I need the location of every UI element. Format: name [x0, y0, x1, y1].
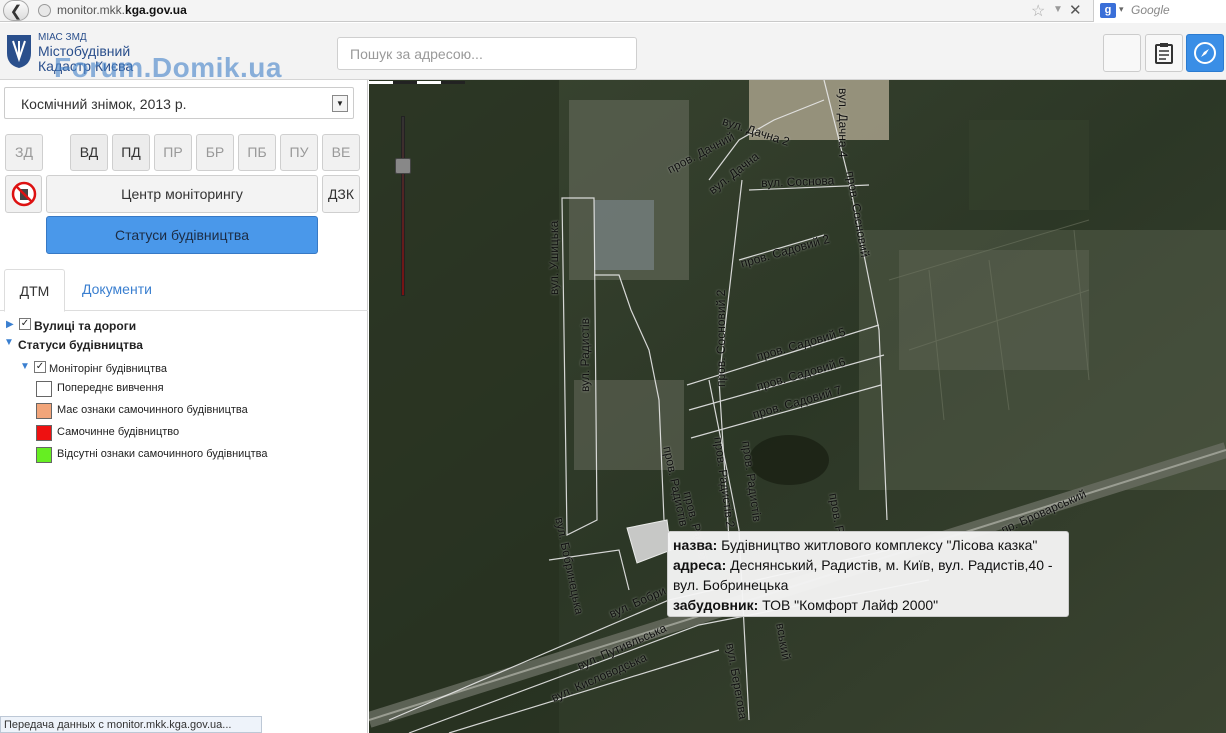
popup-address-label: адреса:	[673, 557, 727, 573]
kyiv-emblem-icon	[7, 35, 31, 68]
navigation-button[interactable]	[1186, 34, 1224, 72]
legend-label: Попереднє вивчення	[57, 382, 164, 394]
checkbox-monitoring[interactable]: ✓	[34, 361, 46, 373]
tree-item-label: Вулиці та дороги	[34, 319, 137, 333]
site-identity-icon[interactable]	[38, 4, 51, 17]
illegal-construction-button[interactable]	[5, 175, 42, 213]
popup-address-value: Деснянський, Радистів, м. Київ, вул. Рад…	[673, 557, 1053, 593]
legend-label: Має ознаки самочинного будівництва	[57, 404, 248, 416]
tree-item-statuses[interactable]: ▼ Статуси будівництва	[0, 336, 368, 354]
app-header: МІАС ЗМД Містобудівний Кадастр Києва For…	[0, 23, 1226, 83]
map-canvas[interactable]: пров. Дачний вул. Дачна 2 вул. Дачна вул. Д…	[369, 80, 1226, 733]
back-arrow-icon: ❮	[9, 2, 23, 20]
scale-bar	[369, 81, 465, 84]
legend-swatch	[36, 403, 52, 419]
legend-item: Самочинне будівництво	[0, 424, 368, 442]
filter-button-br[interactable]: БР	[196, 134, 234, 171]
url-field[interactable]: monitor.mkk.kga.gov.ua	[57, 3, 187, 17]
search-engine-dropdown-icon[interactable]: ▾	[1119, 4, 1124, 15]
report-button[interactable]	[1145, 34, 1183, 72]
back-button[interactable]: ❮	[3, 0, 29, 21]
chevron-down-icon[interactable]: ▼	[20, 361, 30, 373]
popup-developer-value: ТОВ "Комфорт Лайф 2000"	[762, 597, 939, 613]
legend-swatch	[36, 425, 52, 441]
basemap-select[interactable]: Космічний знімок, 2013 р. ▼	[4, 87, 354, 119]
compass-icon	[1194, 42, 1216, 64]
popup-name-value: Будівництво житлового комплексу "Лісова …	[721, 537, 1038, 553]
checkbox-roads[interactable]: ✓	[19, 318, 31, 330]
street-label: вул. Ушицька	[547, 220, 561, 295]
tab-documents[interactable]: Документи	[82, 281, 152, 297]
filter-button-pd[interactable]: ПД	[112, 134, 150, 171]
browser-search-box[interactable]: g ▾ Google	[1093, 0, 1226, 22]
no-construction-icon	[11, 181, 36, 207]
tree-item-label: Моніторінг будівництва	[49, 363, 167, 375]
history-dropdown-icon[interactable]: ▼	[1053, 4, 1063, 15]
filter-button-pr[interactable]: ПР	[154, 134, 192, 171]
popup-developer-label: забудовник:	[673, 597, 759, 613]
street-label: пров. Сосновий 2	[714, 289, 728, 387]
sidebar: Космічний знімок, 2013 р. ▼ ЗД МД ВД ПД …	[0, 80, 368, 733]
legend-label: Відсутні ознаки самочинного будівництва	[57, 448, 268, 460]
legend-item: Відсутні ознаки самочинного будівництва	[0, 446, 368, 464]
tree-item-label: Статуси будівництва	[18, 338, 143, 352]
chevron-down-icon[interactable]: ▼	[332, 95, 348, 112]
tree-item-monitoring[interactable]: ▼ ✓ Моніторінг будівництва	[0, 360, 368, 378]
feature-popup: назва: Будівництво житлового комплексу "…	[667, 531, 1069, 617]
street-label: вул. Соснова	[761, 173, 835, 190]
zoom-handle[interactable]	[395, 158, 411, 174]
filter-button-ve[interactable]: ВЕ	[322, 134, 360, 171]
logo-caption: МІАС ЗМД	[38, 32, 87, 43]
filter-button-zd-md[interactable]: ЗД МД	[5, 134, 43, 195]
chevron-down-icon[interactable]: ▼	[4, 337, 14, 349]
chevron-right-icon[interactable]: ▶	[6, 319, 16, 331]
browser-status-bar: Передача данных с monitor.mkk.kga.gov.ua…	[0, 716, 262, 733]
browser-address-bar: ❮ monitor.mkk.kga.gov.ua ☆ ▼ ✕ g ▾ Googl…	[0, 0, 1226, 22]
bookmark-star-icon[interactable]: ☆	[1031, 1, 1045, 21]
address-search-input[interactable]	[337, 37, 637, 70]
clipboard-icon	[1155, 43, 1173, 64]
monitoring-center-button[interactable]: Центр моніторингу	[46, 175, 318, 213]
tree-item-roads[interactable]: ▶ ✓ Вулиці та дороги	[0, 317, 368, 335]
zoom-slider[interactable]	[395, 116, 411, 296]
sidebar-tabs: ДТМ Документи	[0, 269, 368, 312]
url-prefix: monitor.mkk.	[57, 3, 126, 17]
header-button[interactable]	[1103, 34, 1141, 72]
filter-button-vd[interactable]: ВД	[70, 134, 108, 171]
legend-item: Попереднє вивчення	[0, 380, 368, 398]
popup-name-label: назва:	[673, 537, 718, 553]
legend-swatch	[36, 447, 52, 463]
dzk-button[interactable]: ДЗК	[322, 175, 360, 213]
street-label: вул. Дачна 4	[836, 88, 850, 158]
tab-dtm[interactable]: ДТМ	[4, 269, 65, 312]
url-domain: kga.gov.ua	[125, 3, 187, 17]
legend-label: Самочинне будівництво	[57, 426, 180, 438]
search-engine-label: Google	[1131, 3, 1170, 17]
filter-button-pb[interactable]: ПБ	[238, 134, 276, 171]
street-label: вул. Радистів	[578, 317, 592, 392]
filter-button-pu[interactable]: ПУ	[280, 134, 318, 171]
legend-swatch	[36, 381, 52, 397]
construction-statuses-button[interactable]: Статуси будівництва	[46, 216, 318, 254]
basemap-select-value: Космічний знімок, 2013 р.	[21, 96, 187, 112]
zoom-track[interactable]	[401, 116, 405, 296]
stop-icon[interactable]: ✕	[1069, 1, 1082, 19]
legend-item: Має ознаки самочинного будівництва	[0, 402, 368, 420]
google-icon[interactable]: g	[1100, 3, 1116, 18]
